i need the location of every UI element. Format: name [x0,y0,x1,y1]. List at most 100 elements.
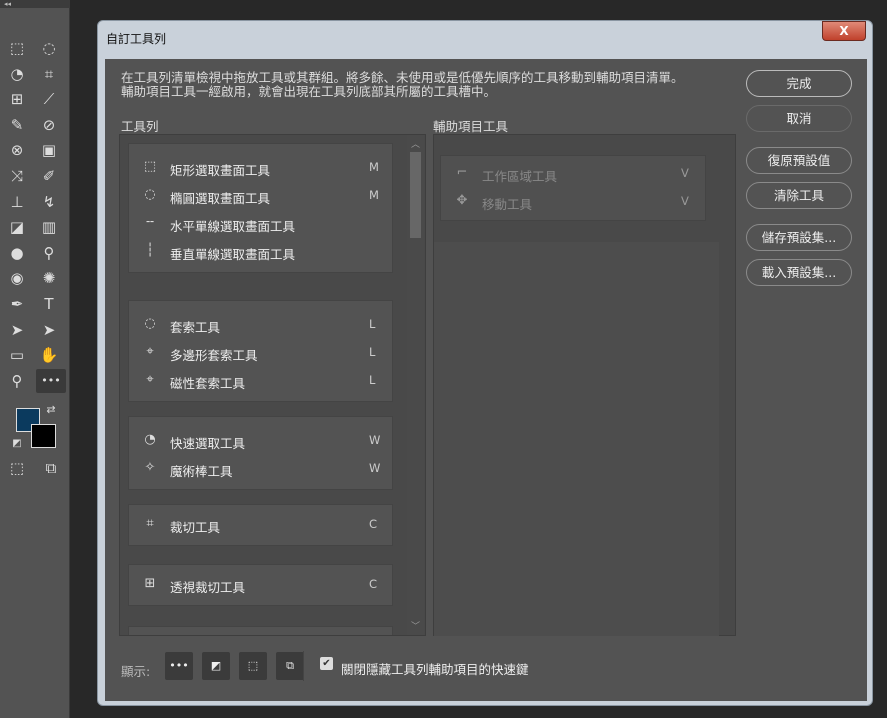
tool-icon: ⌖ [146,372,154,387]
shortcut-key: W [369,461,381,475]
tool-name: 橢圓選取畫面工具 [170,191,271,206]
scroll-up-icon[interactable]: ︿ [410,137,421,150]
patch-tool-icon[interactable]: ▣ [36,138,62,162]
tool-group[interactable]: ◌ 套索工具 L ⌖ 多邊形套索工具 L ⌖ 磁性套索工具 L [128,300,393,402]
tool-row[interactable]: ◌ 套索工具 L [129,311,392,339]
clear-tools-button[interactable]: 清除工具 [746,182,852,209]
dodge-tool-icon[interactable]: ⚲ [36,241,62,265]
eraser-tool-icon[interactable]: ◪ [4,215,30,239]
extra-tools-label: 輔助項目工具 [433,119,509,134]
eyedropper-tool-icon[interactable]: ✎ [4,113,30,137]
brush-tool-icon[interactable]: ✐ [36,164,62,188]
tool-name: 工作區域工具 [482,169,558,184]
shortcut-key: L [369,317,376,331]
dialog-title: 自訂工具列 [106,32,167,46]
tool-group[interactable]: ⬚ 矩形選取畫面工具 M ◌ 橢圓選取畫面工具 M ╌ 水平單線選取畫面工具 ┆ 垂直單線選取畫面… [128,143,393,273]
edit-toolbar-tool-icon[interactable]: ••• [36,368,66,393]
tool-row[interactable]: ⊞ 透視裁切工具 C [129,571,392,599]
tool-icon: ┆ [146,243,154,258]
tool-name: 矩形選取畫面工具 [170,163,271,178]
tool-row[interactable]: ⌖ 多邊形套索工具 L [129,339,392,367]
tool-group[interactable]: ⊞ 透視裁切工具 C [128,564,393,606]
screen-mode-icon[interactable]: ⧉ [38,456,64,480]
tool-name: 移動工具 [482,197,533,212]
scroll-down-icon[interactable]: ﹀ [410,619,421,632]
show-extras-button[interactable]: ••• [165,652,193,680]
tool-name: 魔術棒工具 [170,464,233,479]
tool-group[interactable]: ⌗ 裁切工具 C [128,504,393,546]
shortcut-key: C [369,577,378,591]
description-line-2: 輔助項目工具一經啟用，就會出現在工具列底部其所屬的工具槽中。 [121,84,497,99]
path-selection-tool-icon[interactable]: ➤ [4,318,30,342]
show-colors-button[interactable]: ◩ [202,652,230,680]
save-preset-button[interactable]: 儲存預設集... [746,224,852,251]
direct-selection-tool-icon[interactable]: ➤ [36,318,62,342]
toolbar-list[interactable]: ⬚ 矩形選取畫面工具 M ◌ 橢圓選取畫面工具 M ╌ 水平單線選取畫面工具 ┆ 垂直單線選取畫面… [119,134,426,636]
perspective-crop-tool-icon[interactable]: ⊞ [4,87,30,111]
disable-shortcuts-label[interactable]: 關閉隱藏工具列輔助項目的快速鍵 [341,659,529,678]
blur-tool-icon[interactable]: ● [4,241,30,265]
crop-tool-icon[interactable]: ⌗ [36,62,62,86]
shortcut-key: V [681,194,689,208]
tool-row[interactable]: ⌗ 裁切工具 C [129,511,392,539]
tool-icon: ✥ [456,193,468,208]
shortcut-key: C [369,517,378,531]
tool-row[interactable]: ┆ 垂直單線選取畫面工具 [129,238,392,266]
shortcut-key: L [369,345,376,359]
tool-row[interactable]: ⌐ 工作區域工具 V [441,160,705,188]
scroll-thumb[interactable] [410,152,421,238]
tool-name: 透視裁切工具 [170,580,246,595]
clone-stamp-tool-icon[interactable]: ⊥ [4,190,30,214]
smudge-tool-icon[interactable]: ◉ [4,266,30,290]
background-color-swatch[interactable] [31,424,56,448]
shortcut-key: L [369,373,376,387]
pen-tool-icon[interactable]: ✒ [4,292,30,316]
tool-row[interactable]: ◌ 橢圓選取畫面工具 M [129,182,392,210]
cancel-button[interactable]: 取消 [746,105,852,132]
content-aware-move-tool-icon[interactable]: ⤨ [4,164,30,188]
extra-tools-list[interactable]: ⌐ 工作區域工具 V ✥ 移動工具 V [433,134,736,636]
customize-toolbar-dialog: 自訂工具列 X 在工具列清單檢視中拖放工具或其群組。將多餘、未使用或是低優先順序… [97,20,873,706]
extra-tools-group[interactable]: ⌐ 工作區域工具 V ✥ 移動工具 V [440,155,706,221]
show-screen-mode-button[interactable]: ⧉ [276,652,304,680]
shortcut-key: M [369,160,379,174]
type-tool-icon[interactable]: T [36,292,62,316]
collapse-button[interactable]: ◂◂ [0,0,70,8]
hand-tool-icon[interactable]: ✋ [36,343,62,367]
disable-shortcuts-checkbox[interactable]: ✔ [320,657,333,670]
load-preset-button[interactable]: 載入預設集... [746,259,852,286]
history-brush-tool-icon[interactable]: ↯ [36,190,62,214]
tool-group[interactable] [128,626,393,635]
gradient-tool-icon[interactable]: ▥ [36,215,62,239]
tool-row[interactable]: ╌ 水平單線選取畫面工具 [129,210,392,238]
slice-tool-icon[interactable]: ⟋ [36,87,62,111]
sponge-tool-icon[interactable]: ✺ [36,266,62,290]
spot-healing-tool-icon[interactable]: ⊘ [36,113,62,137]
quick-mask-icon[interactable]: ⬚ [4,456,30,480]
scrollbar[interactable]: ︿ ﹀ [407,135,424,635]
rectangle-tool-icon[interactable]: ▭ [4,343,30,367]
restore-defaults-button[interactable]: 復原預設值 [746,147,852,174]
tool-row[interactable]: ⌖ 磁性套索工具 L [129,367,392,395]
shortcut-key: V [681,166,689,180]
default-colors-icon[interactable]: ◩ [4,432,30,456]
tool-row[interactable]: ◔ 快速選取工具 W [129,427,392,455]
tool-row[interactable]: ✧ 魔術棒工具 W [129,455,392,483]
tool-row[interactable]: ⬚ 矩形選取畫面工具 M [129,154,392,182]
rectangular-marquee-tool-icon[interactable]: ⬚ [4,36,30,60]
tool-name: 套索工具 [170,320,221,335]
close-button[interactable]: X [822,21,866,41]
done-button[interactable]: 完成 [746,70,852,97]
lasso-tool-icon[interactable]: ◌ [36,36,62,60]
show-quick-mask-button[interactable]: ⬚ [239,652,267,680]
quick-selection-tool-icon[interactable]: ◔ [4,62,30,86]
divider [303,651,304,681]
tool-icon: ⬚ [143,159,157,174]
swap-colors-icon[interactable]: ⇄ [38,398,64,422]
zoom-tool-icon[interactable]: ⚲ [4,369,30,393]
tool-icon: ⌗ [146,516,154,531]
tool-row[interactable]: ✥ 移動工具 V [441,188,705,216]
healing-brush-tool-icon[interactable]: ⊗ [4,138,30,162]
tool-icon: ◌ [144,187,156,202]
tool-group[interactable]: ◔ 快速選取工具 W ✧ 魔術棒工具 W [128,416,393,490]
